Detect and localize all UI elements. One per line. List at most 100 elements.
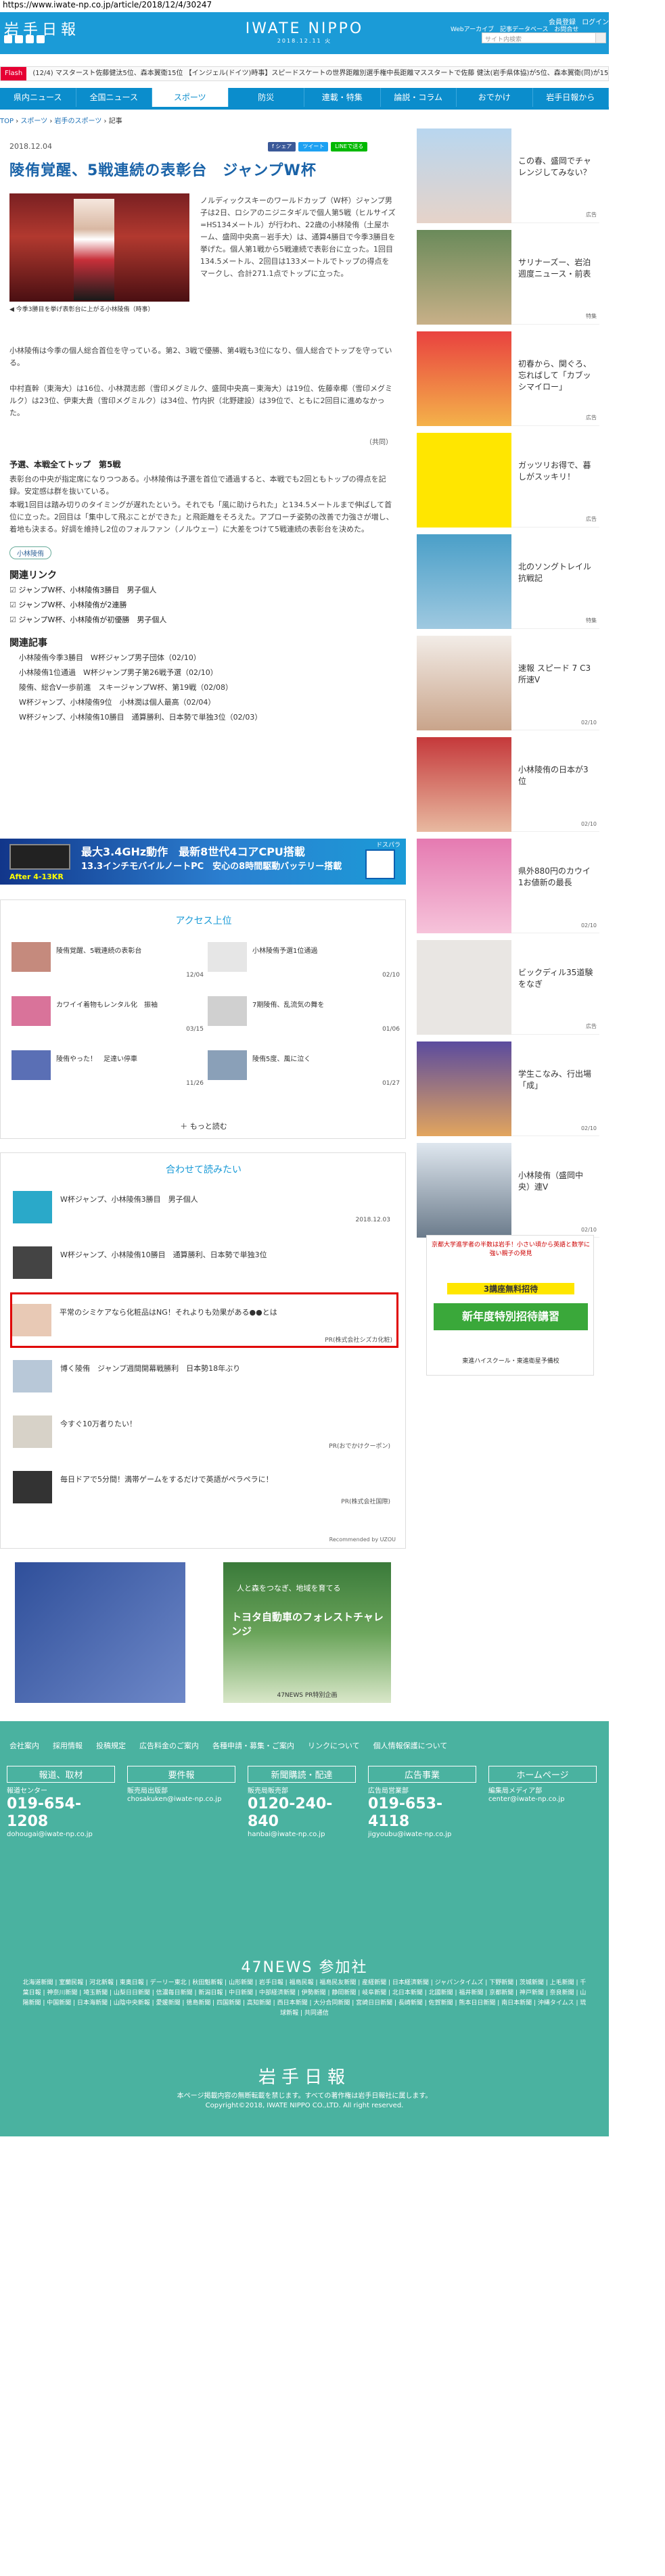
nav-local[interactable]: 県内ニュース xyxy=(0,88,76,107)
sidebar-card[interactable]: 小林陵侑の日本が3位 02/10 xyxy=(417,737,599,832)
laptop-ad-banner[interactable]: 最大3.4GHz動作 最新8世代4コアCPU搭載 13.3インチモバイルノートP… xyxy=(0,839,406,885)
sidebar-card[interactable]: ガッツリお得で、暮しがスッキリ！ 広告 xyxy=(417,433,599,528)
nav-disaster[interactable]: 防災 xyxy=(229,88,304,107)
recommend-item[interactable]: W杯ジャンプ、小林陵侑3勝目 男子個人 2018.12.03 xyxy=(13,1187,394,1227)
ranking-date: 01/06 xyxy=(382,1026,400,1033)
recommend-item-highlighted[interactable]: 平常のシミケアなら化粧品はNG！それよりも効果がある●●とは PR(株式会社シズ… xyxy=(10,1292,398,1348)
search-icon[interactable] xyxy=(595,32,606,43)
sidebar-card[interactable]: この春、盛岡でチャレンジしてみない？ 広告 xyxy=(417,128,599,223)
nav-from-iwate[interactable]: 岩手日報から xyxy=(533,88,609,107)
sidebar-thumb xyxy=(417,331,511,426)
ranking-title: 陵侑覚醒、5戦連続の表彰台 xyxy=(56,947,142,955)
contact-mail[interactable]: hanbai@iwate-np.co.jp xyxy=(248,1831,356,1838)
browser-url: https://www.iwate-np.co.jp/article/2018/… xyxy=(3,0,212,9)
footer-link[interactable]: 広告料金のご案内 xyxy=(139,1740,199,1751)
recommend-item[interactable]: 今すぐ10万者りたい！ PR(おでかけクーポン) xyxy=(13,1411,394,1452)
nav-column[interactable]: 論説・コラム xyxy=(381,88,457,107)
ranking-item[interactable]: 小林陵侑予選1位通過 02/10 xyxy=(208,942,404,985)
ranking-title: カワイイ着物もレンタル化 振袖 xyxy=(56,1002,158,1009)
recommend-title: W杯ジャンプ、小林陵侑10勝目 通算勝利、日本勢で単独3位 xyxy=(60,1250,267,1259)
breadcrumb-top[interactable]: TOP xyxy=(0,118,14,125)
tag-pill[interactable]: 小林陵侑 xyxy=(9,546,51,559)
recommend-item[interactable]: 博く陵侑 ジャンプ週間開幕戦勝利 日本勢18年ぶり xyxy=(13,1356,394,1397)
nav-outing[interactable]: おでかけ xyxy=(457,88,533,107)
facebook-icon[interactable] xyxy=(15,35,23,43)
contact-mail[interactable]: jigyoubu@iwate-np.co.jp xyxy=(368,1831,476,1838)
ranking-item[interactable]: 陵侑やった！ 足達い停車 11/26 xyxy=(12,1050,208,1094)
line-icon[interactable] xyxy=(26,35,34,43)
social-icons xyxy=(4,35,45,43)
twitter-icon[interactable] xyxy=(4,35,12,43)
related-article[interactable]: W杯ジャンプ、小林陵侑10勝目 通算勝利、日本勢で単独3位（02/03） xyxy=(19,710,262,725)
tweet-button[interactable]: ツイート xyxy=(298,142,329,151)
recommend-item[interactable]: W杯ジャンプ、小林陵侑10勝目 通算勝利、日本勢で単独3位 xyxy=(13,1242,394,1283)
partner-papers[interactable]: 北海道新聞 | 室蘭民報 | 河北新報 | 東奥日報 | デーリー東北 | 秋田… xyxy=(20,1978,589,2019)
related-link[interactable]: ジャンプW杯、小林陵侑が2連勝 xyxy=(9,598,166,613)
ranking-item[interactable]: カワイイ着物もレンタル化 振袖 03/15 xyxy=(12,996,208,1039)
flash-news-bar: Flash (12/4) マスタースト佐藤健汰5位、森本翼衛15位 【インジェル… xyxy=(0,66,609,81)
footer-link[interactable]: 各種申請・募集・ご案内 xyxy=(212,1740,294,1751)
facebook-share-button[interactable]: f シェア xyxy=(268,142,296,151)
sidebar-card[interactable]: ビックディル35道験をなぎ 広告 xyxy=(417,940,599,1035)
article-title: 陵侑覚醒、5戦連続の表彰台 ジャンプW杯 xyxy=(9,162,317,179)
related-article[interactable]: 陵侑、総合V一歩前進 スキージャンプW杯、第19戦（02/08） xyxy=(19,680,262,695)
nav-series[interactable]: 連載・特集 xyxy=(304,88,381,107)
sidebar-label: 02/10 xyxy=(580,922,597,929)
flash-item[interactable]: (12/4) マスタースト佐藤健汰5位、森本翼衛15位 xyxy=(32,70,183,77)
recommend-meta: 2018.12.03 xyxy=(355,1217,390,1223)
access-ranking: アクセス上位 陵侑覚醒、5戦連続の表彰台 12/04 小林陵侑予選1位通過 02… xyxy=(0,899,406,1139)
sidebar-text: 小林陵侑の日本が3位 xyxy=(518,765,589,786)
footer-link[interactable]: 採用情報 xyxy=(53,1740,83,1751)
related-article[interactable]: 小林陵侑1位通過 W杯ジャンプ男子第26戦予選（02/10） xyxy=(19,665,262,680)
login-link[interactable]: ログイン xyxy=(582,19,609,26)
sidebar-card[interactable]: 県外880円のカウイ1お値新の最長 02/10 xyxy=(417,839,599,933)
nav-sports[interactable]: スポーツ xyxy=(152,88,229,107)
intel-logo-icon xyxy=(365,849,395,879)
contact-mail[interactable]: center@iwate-np.co.jp xyxy=(488,1796,597,1803)
ranking-item[interactable]: 陵侑覚醒、5戦連続の表彰台 12/04 xyxy=(12,942,208,985)
ad-banner-left[interactable] xyxy=(15,1562,185,1703)
sidebar-text: ビックディル35道験をなぎ xyxy=(518,968,593,989)
sidebar-card[interactable]: 小林陵侑（盛岡中央）連V 02/10 xyxy=(417,1143,599,1238)
recommend-item[interactable]: 毎日ドアで5分間！満帯ゲームをするだけで英語がペラペラに！ PR(株式会社国際) xyxy=(13,1467,394,1507)
sidebar-card[interactable]: 初春から、関ぐろ、忘ればして「カブッシマイロー」 広告 xyxy=(417,331,599,426)
recommend-powered[interactable]: Recommended by UZOU xyxy=(329,1537,396,1543)
footer-link[interactable]: 会社案内 xyxy=(9,1740,39,1751)
ranking-title: 陵侑やった！ 足達い停車 xyxy=(56,1056,137,1063)
sidebar-card[interactable]: 速報 スピード 7 C3所速V 02/10 xyxy=(417,636,599,730)
footer-link[interactable]: リンクについて xyxy=(308,1740,360,1751)
ranking-date: 01/27 xyxy=(382,1080,400,1087)
footer-logo[interactable]: 岩手日報 xyxy=(0,2063,609,2088)
ranking-date: 11/26 xyxy=(186,1080,204,1087)
sidebar-thumb xyxy=(417,1143,511,1238)
flash-item[interactable]: 健汰(岩手県体協)が5位、森本翼衛(同)が15位に入った。 xyxy=(477,70,608,77)
related-link[interactable]: ジャンプW杯、小林陵侑3勝目 男子個人 xyxy=(9,583,166,598)
search-input[interactable]: サイト内検索 xyxy=(482,32,597,43)
breadcrumb-iwate-sports[interactable]: 岩手のスポーツ xyxy=(55,118,102,125)
ad-line: 東進ハイスクール・東進衛星予備校 xyxy=(462,1358,559,1365)
footer-link[interactable]: 投稿規定 xyxy=(96,1740,126,1751)
footer-link[interactable]: 個人情報保護について xyxy=(373,1740,448,1751)
related-article[interactable]: W杯ジャンプ、小林陵侑9位 小林潤は個人最高（02/04） xyxy=(19,695,262,710)
breadcrumb-sports[interactable]: スポーツ xyxy=(20,118,47,125)
contact-mail[interactable]: dohougai@iwate-np.co.jp xyxy=(7,1831,115,1838)
sidebar-school-ad[interactable]: 京都大学進学者の半数は岩手！小さい頃から英語と数学に強い親子の発見 3講座無料招… xyxy=(426,1235,594,1376)
recommend-title: 平常のシミケアなら化粧品はNG！それよりも効果がある●●とは xyxy=(60,1308,277,1317)
article-photo[interactable] xyxy=(9,193,189,302)
nav-national[interactable]: 全国ニュース xyxy=(76,88,152,107)
instagram-icon[interactable] xyxy=(37,35,45,43)
more-button[interactable]: ＋ もっと読む xyxy=(1,1121,407,1131)
related-link[interactable]: ジャンプW杯、小林陵侑が初優勝 男子個人 xyxy=(9,613,166,628)
article-paragraph: 中村直幹（東海大）は16位、小林潤志郎（雪印メグミルク、盛岡中央高－東海大）は1… xyxy=(9,384,393,417)
sidebar-card[interactable]: 北のソングトレイル抗戦記 特集 xyxy=(417,534,599,629)
sidebar-card[interactable]: サリナーズー、岩泊週度ニュース・前表 特集 xyxy=(417,230,599,325)
ranking-item[interactable]: 陵侑5度、風に泣く 01/27 xyxy=(208,1050,404,1094)
flash-item[interactable]: 【インジェル(ドイツ)時事】スピードスケートの世界距離別選手権中長距離マススター… xyxy=(185,70,475,77)
ad-banner-forest[interactable]: 人と森をつなぎ、地域を育てる トヨタ自動車のフォレストチャレンジ 47NEWS … xyxy=(223,1562,391,1703)
related-article[interactable]: 小林陵侑今季3勝目 W杯ジャンプ男子団体（02/10） xyxy=(19,651,262,665)
ranking-item[interactable]: 7期陵侑、乱流気の舞を 01/06 xyxy=(208,996,404,1039)
sidebar-card[interactable]: 学生こなみ、行出場「成」 02/10 xyxy=(417,1041,599,1136)
ranking-thumb xyxy=(208,1050,247,1080)
contact-mail[interactable]: chosakuken@iwate-np.co.jp xyxy=(127,1796,235,1803)
line-share-button[interactable]: LINEで送る xyxy=(331,142,368,151)
